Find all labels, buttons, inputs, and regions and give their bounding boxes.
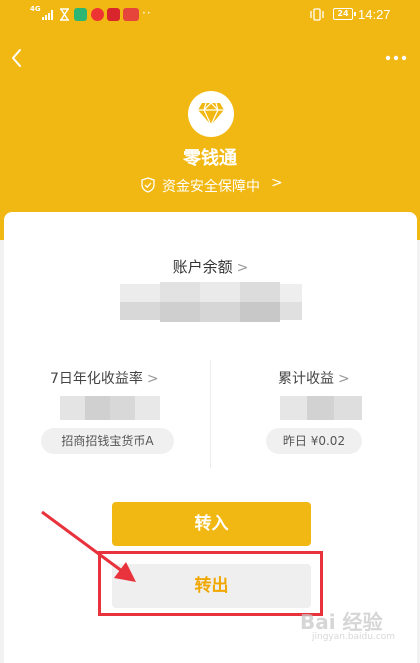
fund-name-badge[interactable]: 招商招钱宝货币A — [41, 428, 174, 454]
network-type: 4G — [30, 5, 41, 13]
watermark: Bai 经验 — [300, 610, 383, 634]
watermark-url: jingyan.baidu.com — [312, 632, 396, 642]
arrow-annotation-icon — [41, 510, 136, 582]
app-logo — [188, 91, 234, 137]
total-earnings-label: 累计收益 — [278, 371, 334, 387]
hourglass-icon — [58, 8, 71, 21]
annual-rate-link[interactable]: 7日年化收益率 > — [50, 368, 159, 388]
clock: 14:27 — [358, 7, 391, 22]
battery-icon: 24 — [333, 8, 356, 20]
balance-label: 账户余额 — [172, 258, 233, 276]
annual-rate-label: 7日年化收益率 — [50, 371, 143, 387]
safety-text: 资金安全保障中 — [162, 179, 260, 195]
more-notifications-indicator: ·· — [142, 6, 152, 20]
total-earnings-masked — [280, 396, 362, 420]
chevron-right-icon: > — [236, 260, 249, 276]
annual-rate-masked — [60, 396, 160, 420]
more-button[interactable] — [382, 48, 410, 68]
app-notification-icon — [91, 8, 104, 21]
back-button[interactable] — [6, 44, 30, 72]
yesterday-earnings-badge: 昨日 ¥0.02 — [266, 428, 362, 454]
safety-guarantee-link[interactable]: 资金安全保障中 > — [140, 175, 285, 195]
balance-link[interactable]: 账户余额 > — [4, 256, 417, 277]
stats-divider — [210, 360, 211, 468]
chevron-right-icon: > — [271, 175, 283, 191]
total-earnings-link[interactable]: 累计收益 > — [278, 368, 350, 388]
shield-icon — [141, 177, 155, 193]
more-horizontal-icon — [385, 55, 407, 61]
app-notification-icon — [123, 8, 139, 21]
signal-icon — [42, 10, 54, 20]
balance-amount-masked — [120, 282, 302, 324]
diamond-icon — [198, 102, 224, 126]
chevron-right-icon: > — [338, 371, 350, 387]
app-notification-icon — [107, 8, 120, 21]
chevron-left-icon — [12, 49, 21, 67]
app-notification-icon — [74, 8, 87, 21]
vibrate-icon — [310, 8, 324, 21]
chevron-right-icon: > — [146, 371, 159, 387]
status-bar: 4G ·· 24 14:27 — [0, 0, 420, 30]
page-title: 零钱通 — [183, 148, 237, 169]
